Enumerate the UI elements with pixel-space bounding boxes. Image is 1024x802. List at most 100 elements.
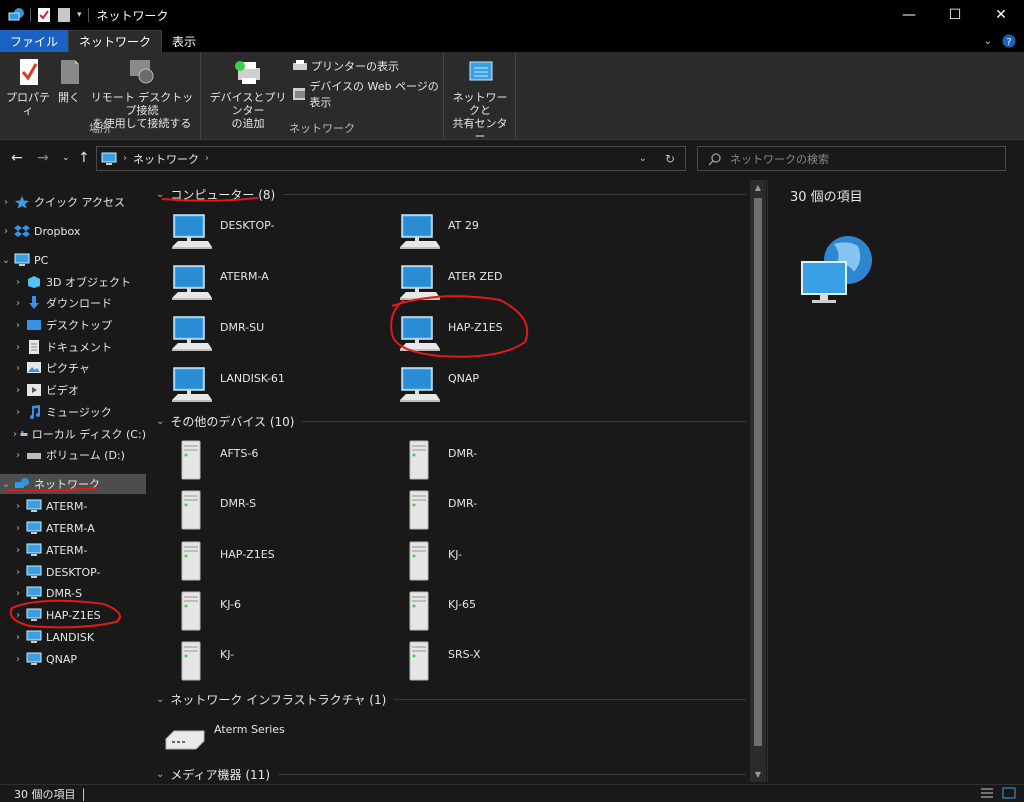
drive-c-icon — [20, 431, 28, 436]
device-icon — [396, 487, 442, 533]
forward-button[interactable]: → — [37, 150, 49, 166]
drive-icon — [27, 453, 41, 459]
computer-icon — [168, 209, 214, 255]
computer-icon — [26, 586, 42, 600]
open-button[interactable]: 開く — [54, 56, 84, 104]
computer-item-hap[interactable]: HAP-Z1ES — [396, 310, 616, 358]
large-icons-view-icon[interactable] — [1002, 787, 1016, 799]
minimize-button[interactable]: — — [886, 0, 932, 30]
device-item[interactable]: SRS-X — [396, 637, 616, 685]
computer-item[interactable]: DESKTOP- — [168, 208, 388, 256]
add-devices-button[interactable]: デバイスとプリンター の追加 — [205, 56, 291, 130]
group-header-infrastructure[interactable]: ⌄ ネットワーク インフラストラクチャ (1) — [156, 689, 746, 709]
scroll-up-icon[interactable]: ▲ — [750, 183, 766, 192]
qa-dropdown-icon[interactable]: ▾ — [77, 10, 82, 20]
show-device-web-button[interactable]: デバイスの Web ページの表示 — [293, 78, 443, 110]
address-bar[interactable]: › ネットワーク › ⌄ ↻ — [96, 146, 686, 171]
back-button[interactable]: ← — [11, 150, 23, 166]
nav-dropbox[interactable]: › Dropbox — [0, 221, 146, 241]
new-folder-qa-icon[interactable] — [57, 7, 71, 23]
up-button[interactable]: ↑ — [78, 150, 90, 166]
separator — [30, 8, 31, 22]
help-icon[interactable]: ? — [1002, 34, 1016, 48]
recent-locations-icon[interactable]: ⌄ — [62, 153, 70, 163]
search-placeholder: ネットワークの検索 — [730, 152, 829, 166]
properties-qa-icon[interactable] — [37, 7, 51, 23]
nav-network-item[interactable]: › ATERM-A — [0, 518, 146, 538]
nav-network-item[interactable]: › LANDISK — [0, 627, 146, 647]
nav-network-item[interactable]: › ATERM- — [0, 496, 146, 516]
group-header-computers[interactable]: ⌄ コンピューター (8) — [156, 184, 746, 204]
computer-item[interactable]: AT 29 — [396, 208, 616, 256]
breadcrumb-chevron[interactable]: › — [123, 153, 127, 164]
device-item[interactable]: DMR- — [396, 486, 616, 534]
pc-icon — [14, 253, 30, 267]
router-icon — [162, 713, 208, 759]
file-list: ⌄ コンピューター (8) DESKTOP- AT 29 ATERM-A ATER… — [150, 180, 750, 782]
device-icon — [168, 437, 214, 483]
nav-network-item[interactable]: › DESKTOP- — [0, 562, 146, 582]
nav-3d-objects[interactable]: › 3D オブジェクト — [0, 272, 146, 292]
nav-network-item[interactable]: › ATERM- — [0, 540, 146, 560]
device-item[interactable]: KJ-65 — [396, 587, 616, 635]
device-item[interactable]: KJ- — [168, 637, 388, 685]
device-item[interactable]: KJ-6 — [168, 587, 388, 635]
tab-view[interactable]: 表示 — [162, 30, 206, 52]
tab-network[interactable]: ネットワーク — [68, 30, 163, 52]
scrollbar-thumb[interactable] — [754, 198, 762, 746]
properties-button[interactable]: プロパティ — [6, 56, 50, 117]
network-window-icon[interactable] — [8, 7, 24, 23]
star-icon — [15, 196, 29, 209]
network-center-button[interactable]: ネットワークと 共有センター — [448, 56, 512, 143]
device-item[interactable]: KJ- — [396, 537, 616, 585]
remote-desktop-button[interactable]: リモート デスクトップ接続 を使用して接続する — [88, 56, 196, 130]
group-header-media[interactable]: ⌄ メディア機器 (11) — [156, 764, 746, 782]
device-item[interactable]: DMR- — [396, 436, 616, 484]
nav-quick-access[interactable]: › クイック アクセス — [0, 192, 146, 212]
nav-desktop[interactable]: › デスクトップ — [0, 315, 146, 335]
details-view-icon[interactable] — [980, 787, 994, 799]
tab-file[interactable]: ファイル — [0, 30, 69, 52]
computer-icon — [168, 260, 214, 306]
device-icon — [168, 588, 214, 634]
group-header-other-devices[interactable]: ⌄ その他のデバイス (10) — [156, 411, 746, 431]
device-item[interactable]: DMR-S — [168, 486, 388, 534]
nav-volume-d[interactable]: › ボリューム (D:) — [0, 445, 146, 465]
ribbon-collapse-icon[interactable]: ⌄ — [984, 36, 992, 47]
close-button[interactable]: ✕ — [978, 0, 1024, 30]
nav-network-item-hap[interactable]: › HAP-Z1ES — [0, 605, 146, 625]
computer-item[interactable]: QNAP — [396, 361, 616, 409]
ribbon-tabs: ファイル ネットワーク 表示 ⌄ ? — [0, 30, 1024, 52]
show-printers-button[interactable]: プリンターの表示 — [293, 58, 399, 74]
breadcrumb-chevron[interactable]: › — [205, 153, 209, 164]
nav-pc[interactable]: ⌄ PC — [0, 250, 146, 270]
computer-item[interactable]: DMR-SU — [168, 310, 388, 358]
vertical-scrollbar[interactable]: ▲ ▼ — [750, 180, 766, 782]
nav-documents[interactable]: › ドキュメント — [0, 337, 146, 357]
nav-network-item[interactable]: › QNAP — [0, 649, 146, 669]
nav-network[interactable]: ⌄ ネットワーク — [0, 474, 146, 494]
scroll-down-icon[interactable]: ▼ — [750, 770, 766, 779]
nav-music[interactable]: › ミュージック — [0, 402, 146, 422]
nav-local-disk-c[interactable]: › ローカル ディスク (C:) — [0, 424, 146, 444]
nav-pictures[interactable]: › ピクチャ — [0, 358, 146, 378]
nav-network-item[interactable]: › DMR-S — [0, 583, 146, 603]
computer-item[interactable]: ATERM-A — [168, 259, 388, 307]
address-dropdown-icon[interactable]: ⌄ — [639, 153, 647, 164]
refresh-icon[interactable]: ↻ — [665, 152, 675, 166]
nav-videos[interactable]: › ビデオ — [0, 380, 146, 400]
window-title: ネットワーク — [96, 8, 169, 23]
search-box[interactable]: ネットワークの検索 — [697, 146, 1006, 171]
computer-item[interactable]: ATER ZED — [396, 259, 616, 307]
infrastructure-item[interactable]: Aterm Series — [162, 712, 382, 760]
maximize-button[interactable]: ☐ — [932, 0, 978, 30]
navigation-pane: › クイック アクセス › Dropbox ⌄ PC › 3D オブジェクト › ダ… — [0, 180, 150, 782]
video-icon — [27, 384, 41, 396]
computer-item[interactable]: LANDISK-61 — [168, 361, 388, 409]
device-item[interactable]: HAP-Z1ES — [168, 537, 388, 585]
breadcrumb-network[interactable]: ネットワーク — [133, 151, 199, 167]
device-item[interactable]: AFTS-6 — [168, 436, 388, 484]
printer-add-icon — [235, 61, 260, 84]
computer-icon — [26, 543, 42, 557]
nav-downloads[interactable]: › ダウンロード — [0, 293, 146, 313]
